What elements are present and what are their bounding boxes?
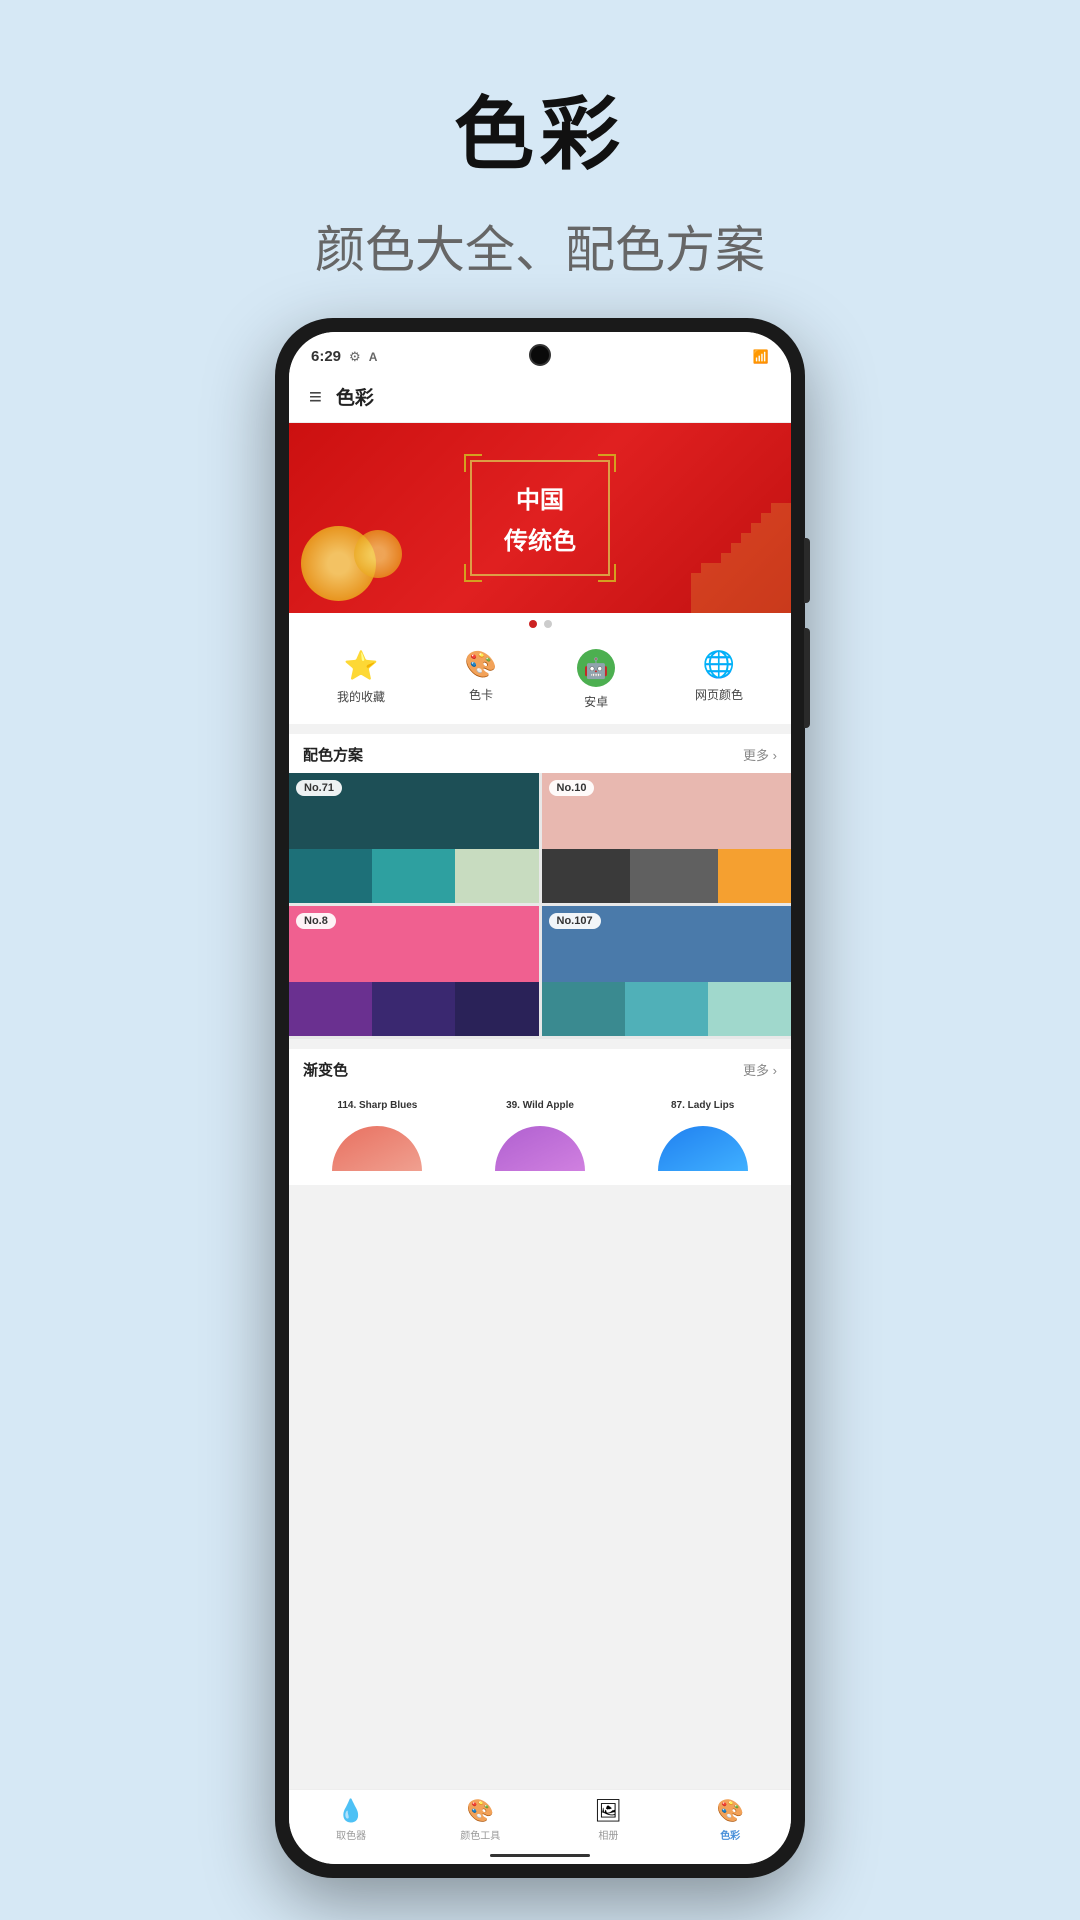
page-header: 色彩 颜色大全、配色方案 <box>315 0 765 282</box>
color-active-icon: 🎨 <box>716 1798 743 1824</box>
status-left: 6:29 ⚙ A <box>311 348 377 365</box>
android-label: 安卓 <box>584 693 608 710</box>
palette-grid: No.71 No <box>289 773 791 1039</box>
signal-icon: 📶 <box>753 349 769 364</box>
home-bar <box>490 1854 590 1857</box>
page-title: 色彩 <box>315 70 765 186</box>
banner-deco2 <box>354 530 402 578</box>
nav-item-cards[interactable]: 🎨 色卡 <box>465 649 497 710</box>
nav-item-web[interactable]: 🌐 网页颜色 <box>695 649 743 710</box>
eyedropper-icon: 💧 <box>337 1798 364 1824</box>
bottom-nav-color[interactable]: 🎨 色彩 <box>716 1798 743 1842</box>
gradient-label-3: 87. Lady Lips <box>671 1092 734 1120</box>
palette-more-btn[interactable]: 更多 › <box>743 745 777 764</box>
eyedropper-label: 取色器 <box>336 1827 366 1842</box>
bottom-nav-album[interactable]: 🖼 相册 <box>594 1798 622 1842</box>
gradient-section: 渐变色 更多 › 114. Sharp Blues 39. Wild Apple <box>289 1049 791 1185</box>
gradient-label-2: 39. Wild Apple <box>506 1092 574 1120</box>
banner-line1: 中国 <box>504 480 576 515</box>
app-bar: ≡ 色彩 <box>289 373 791 423</box>
palette-card-1[interactable]: No.71 <box>289 773 539 903</box>
status-right: 📶 <box>753 349 769 365</box>
gradient-circle-3 <box>658 1126 748 1171</box>
app-bar-title: 色彩 <box>336 383 374 410</box>
settings-status-icon: ⚙ <box>349 349 361 365</box>
phone-screen: 6:29 ⚙ A 📶 ≡ 色彩 <box>289 332 791 1864</box>
banner-dots <box>289 613 791 633</box>
badge-71: No.71 <box>296 780 342 796</box>
gradient-section-header: 渐变色 更多 › <box>289 1049 791 1086</box>
palette-card-4[interactable]: No.107 <box>542 906 792 1036</box>
cards-label: 色卡 <box>469 686 493 703</box>
nav-item-favorites[interactable]: ⭐ 我的收藏 <box>337 649 385 710</box>
album-icon: 🖼 <box>594 1798 622 1824</box>
dot-1 <box>529 620 537 628</box>
banner-text-box: 中国 传统色 <box>470 460 610 576</box>
gradient-item-2[interactable]: 39. Wild Apple <box>462 1092 619 1171</box>
hamburger-icon[interactable]: ≡ <box>309 384 322 410</box>
gradient-item-1[interactable]: 114. Sharp Blues <box>299 1092 456 1171</box>
app-content[interactable]: 中国 传统色 ⭐ 我的收藏 🎨 <box>289 423 791 1789</box>
status-time: 6:29 <box>311 348 341 365</box>
page-background: 色彩 颜色大全、配色方案 6:29 ⚙ A 📶 ≡ <box>0 0 1080 1920</box>
banner[interactable]: 中国 传统色 <box>289 423 791 613</box>
dot-2 <box>544 620 552 628</box>
gradient-more-btn[interactable]: 更多 › <box>743 1060 777 1079</box>
camera-dot <box>529 344 551 366</box>
gradient-list: 114. Sharp Blues 39. Wild Apple 87. Lady… <box>289 1086 791 1185</box>
bottom-nav: 💧 取色器 🎨 颜色工具 🖼 相册 🎨 色彩 <box>289 1789 791 1846</box>
gradient-circle-1 <box>332 1126 422 1171</box>
gradient-item-3[interactable]: 87. Lady Lips <box>624 1092 781 1171</box>
palette-card-3[interactable]: No.8 <box>289 906 539 1036</box>
tools-icon: 🎨 <box>467 1798 494 1824</box>
quick-nav: ⭐ 我的收藏 🎨 色卡 🤖 安卓 🌐 网页颜色 <box>289 633 791 724</box>
palette-section-header: 配色方案 更多 › <box>289 734 791 773</box>
tools-label: 颜色工具 <box>460 1827 500 1842</box>
volume-up-button <box>804 628 810 728</box>
phone-frame: 6:29 ⚙ A 📶 ≡ 色彩 <box>275 318 805 1878</box>
badge-107: No.107 <box>549 913 601 929</box>
badge-10: No.10 <box>549 780 595 796</box>
color-label: 色彩 <box>720 1827 740 1842</box>
page-subtitle: 颜色大全、配色方案 <box>315 210 765 282</box>
power-button <box>804 538 810 603</box>
gradient-section-title: 渐变色 <box>303 1059 348 1080</box>
home-indicator <box>289 1846 791 1864</box>
nav-item-android[interactable]: 🤖 安卓 <box>577 649 615 710</box>
cards-icon: 🎨 <box>465 649 497 680</box>
banner-deco3 <box>631 493 791 613</box>
android-icon: 🤖 <box>577 649 615 687</box>
palette-card-2[interactable]: No.10 <box>542 773 792 903</box>
badge-8: No.8 <box>296 913 336 929</box>
web-icon: 🌐 <box>703 649 735 680</box>
web-label: 网页颜色 <box>695 686 743 703</box>
gradient-label-1: 114. Sharp Blues <box>337 1092 417 1120</box>
album-label: 相册 <box>598 1827 618 1842</box>
banner-line2: 传统色 <box>504 521 576 556</box>
favorites-label: 我的收藏 <box>337 688 385 705</box>
bottom-nav-tools[interactable]: 🎨 颜色工具 <box>460 1798 500 1842</box>
favorites-icon: ⭐ <box>344 649 379 682</box>
bottom-nav-eyedropper[interactable]: 💧 取色器 <box>336 1798 366 1842</box>
palette-section: 配色方案 更多 › No.71 <box>289 734 791 1039</box>
palette-section-title: 配色方案 <box>303 744 363 765</box>
gradient-circle-2 <box>495 1126 585 1171</box>
notification-icon: A <box>369 350 378 364</box>
